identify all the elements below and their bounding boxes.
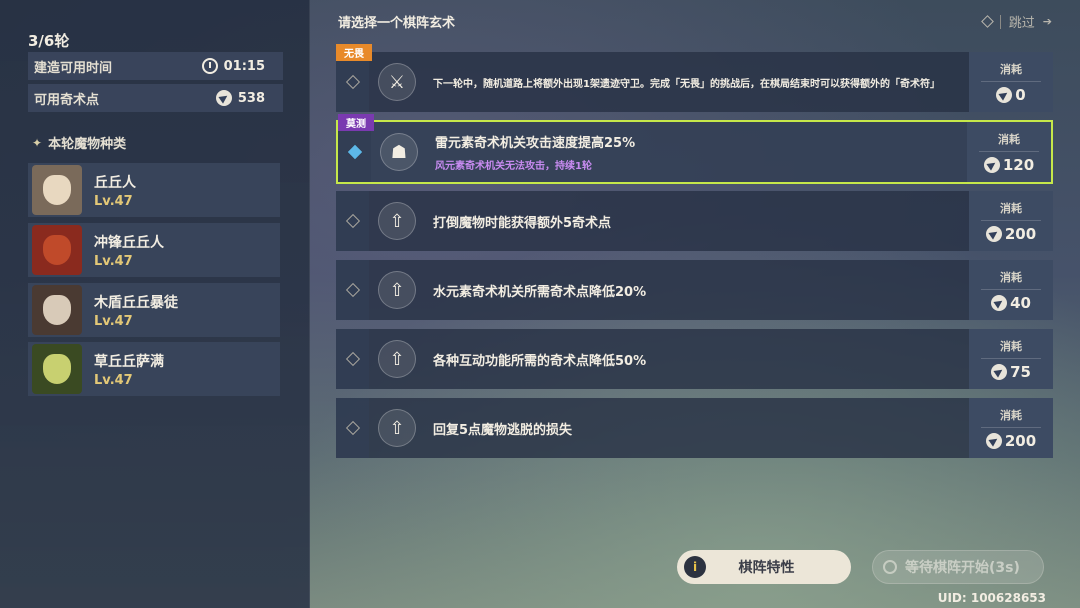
monster-name: 丘丘人 — [94, 174, 136, 191]
round-counter: 3/6轮 — [28, 32, 70, 50]
monster-item[interactable]: 冲锋丘丘人 Lv.47 — [28, 223, 280, 277]
magic-point-icon — [996, 86, 1013, 103]
magic-point-icon — [991, 294, 1008, 311]
cost-value: 40 — [1010, 293, 1031, 312]
option-description: 水元素奇术机关所需奇术点降低20% — [433, 284, 647, 300]
monster-item[interactable]: 丘丘人 Lv.47 — [28, 163, 280, 217]
wait-start-button[interactable]: 等待棋阵开始(3s) — [872, 550, 1044, 584]
option-checkbox[interactable] — [336, 329, 369, 389]
monster-section-title: ✦ 本轮魔物种类 — [32, 133, 127, 153]
option-cost: 消耗 75 — [969, 329, 1053, 389]
option-cost: 消耗 40 — [969, 260, 1053, 320]
cost-label: 消耗 — [1000, 408, 1022, 422]
option-checkbox[interactable] — [336, 398, 369, 458]
cost-label: 消耗 — [1000, 62, 1022, 76]
monster-level: Lv.47 — [94, 313, 133, 329]
magic-point-icon — [215, 90, 232, 106]
skip-label: 跳过 — [1008, 16, 1035, 31]
up-arrow-icon: ⇧ — [378, 340, 416, 378]
monster-name: 木盾丘丘暴徒 — [94, 294, 178, 311]
option-subdescription: 风元素奇术机关无法攻击，持续1轮 — [435, 161, 592, 172]
cost-value: 120 — [1002, 155, 1035, 174]
magic-points-row: 可用奇术点 538 — [28, 84, 283, 112]
monster-portrait — [32, 285, 82, 335]
monster-level: Lv.47 — [94, 193, 133, 209]
option-description: 各种互动功能所需的奇术点降低50% — [433, 353, 647, 369]
magic-point-icon — [983, 156, 1000, 173]
sparkle-icon: ✦ — [32, 135, 43, 150]
cost-label: 消耗 — [1000, 339, 1022, 353]
board-traits-label: 棋阵特性 — [738, 560, 795, 576]
build-time-row: 建造可用时间 01:15 — [28, 52, 283, 80]
skip-button[interactable]: 跳过 ➔ — [980, 12, 1052, 31]
option-tag: 无畏 — [336, 44, 372, 61]
option-description: 下一轮中，随机道路上将额外出现1架遗迹守卫。完成「无畏」的挑战后，在棋局结束时可… — [433, 78, 940, 90]
magic-points-label: 可用奇术点 — [34, 92, 100, 108]
option-cost: 消耗 120 — [967, 122, 1051, 182]
magic-point-icon — [985, 225, 1002, 242]
ring-icon — [883, 560, 897, 574]
uid-label: UID: 100628653 — [937, 591, 1046, 605]
option-description: 打倒魔物时能获得额外5奇术点 — [433, 215, 612, 231]
monster-name: 冲锋丘丘人 — [94, 234, 164, 251]
left-panel: 3/6轮 建造可用时间 01:15 可用奇术点 538 ✦ 本轮魔物种类 丘丘人… — [0, 0, 310, 608]
magic-point-icon — [985, 432, 1002, 449]
mask-icon: ☗ — [380, 133, 418, 171]
option-card-1[interactable]: 莫测 ☗ 雷元素奇术机关攻击速度提高25% 风元素奇术机关无法攻击，持续1轮 消… — [336, 114, 1053, 184]
build-time-label: 建造可用时间 — [34, 60, 113, 76]
monster-portrait — [32, 165, 82, 215]
option-card-2[interactable]: ⇧ 打倒魔物时能获得额外5奇术点 消耗 200 — [336, 191, 1053, 251]
option-checkbox[interactable] — [338, 122, 371, 182]
cost-value: 75 — [1010, 362, 1031, 381]
option-checkbox[interactable] — [336, 52, 369, 112]
option-cost: 消耗 200 — [969, 191, 1053, 251]
up-arrow-icon: ⇧ — [378, 271, 416, 309]
info-icon: i — [684, 556, 706, 578]
option-card-4[interactable]: ⇧ 各种互动功能所需的奇术点降低50% 消耗 75 — [336, 329, 1053, 389]
up-arrow-icon: ⇧ — [378, 202, 416, 240]
monster-level: Lv.47 — [94, 253, 133, 269]
monster-portrait — [32, 225, 82, 275]
monster-portrait — [32, 344, 82, 394]
option-card-3[interactable]: ⇧ 水元素奇术机关所需奇术点降低20% 消耗 40 — [336, 260, 1053, 320]
cost-label: 消耗 — [998, 132, 1020, 146]
option-checkbox[interactable] — [336, 191, 369, 251]
option-card-5[interactable]: ⇧ 回复5点魔物逃脱的损失 消耗 200 — [336, 398, 1053, 458]
skip-arrow-icon: ➔ — [1042, 15, 1052, 28]
magic-points-value: 538 — [237, 90, 265, 106]
cost-value: 0 — [1015, 85, 1026, 104]
option-description: 雷元素奇术机关攻击速度提高25% — [435, 136, 636, 151]
monster-item[interactable]: 木盾丘丘暴徒 Lv.47 — [28, 283, 280, 337]
monster-name: 草丘丘萨满 — [94, 353, 164, 370]
cost-label: 消耗 — [1000, 201, 1022, 215]
monster-level: Lv.47 — [94, 372, 133, 388]
clock-icon — [201, 58, 218, 74]
option-tag: 莫测 — [338, 114, 374, 131]
divider — [999, 14, 1001, 29]
monster-section-label: 本轮魔物种类 — [48, 137, 127, 152]
build-time-value: 01:15 — [223, 58, 265, 74]
option-card-0[interactable]: 无畏 ⚔ 下一轮中，随机道路上将额外出现1架遗迹守卫。完成「无畏」的挑战后，在棋… — [336, 44, 1053, 112]
wait-start-label: 等待棋阵开始(3s) — [905, 560, 1020, 576]
crossed-swords-icon: ⚔ — [378, 63, 416, 101]
option-checkbox[interactable] — [336, 260, 369, 320]
option-cost: 消耗 200 — [969, 398, 1053, 458]
board-traits-button[interactable]: i 棋阵特性 — [677, 550, 851, 584]
cost-value: 200 — [1004, 431, 1037, 450]
up-arrow-icon: ⇧ — [378, 409, 416, 447]
diamond-icon — [980, 15, 994, 28]
page-title: 请选择一个棋阵玄术 — [338, 16, 456, 31]
option-cost: 消耗 0 — [969, 52, 1053, 112]
option-description: 回复5点魔物逃脱的损失 — [433, 422, 573, 438]
cost-label: 消耗 — [1000, 270, 1022, 284]
monster-item[interactable]: 草丘丘萨满 Lv.47 — [28, 342, 280, 396]
cost-value: 200 — [1004, 224, 1037, 243]
magic-point-icon — [991, 363, 1008, 380]
